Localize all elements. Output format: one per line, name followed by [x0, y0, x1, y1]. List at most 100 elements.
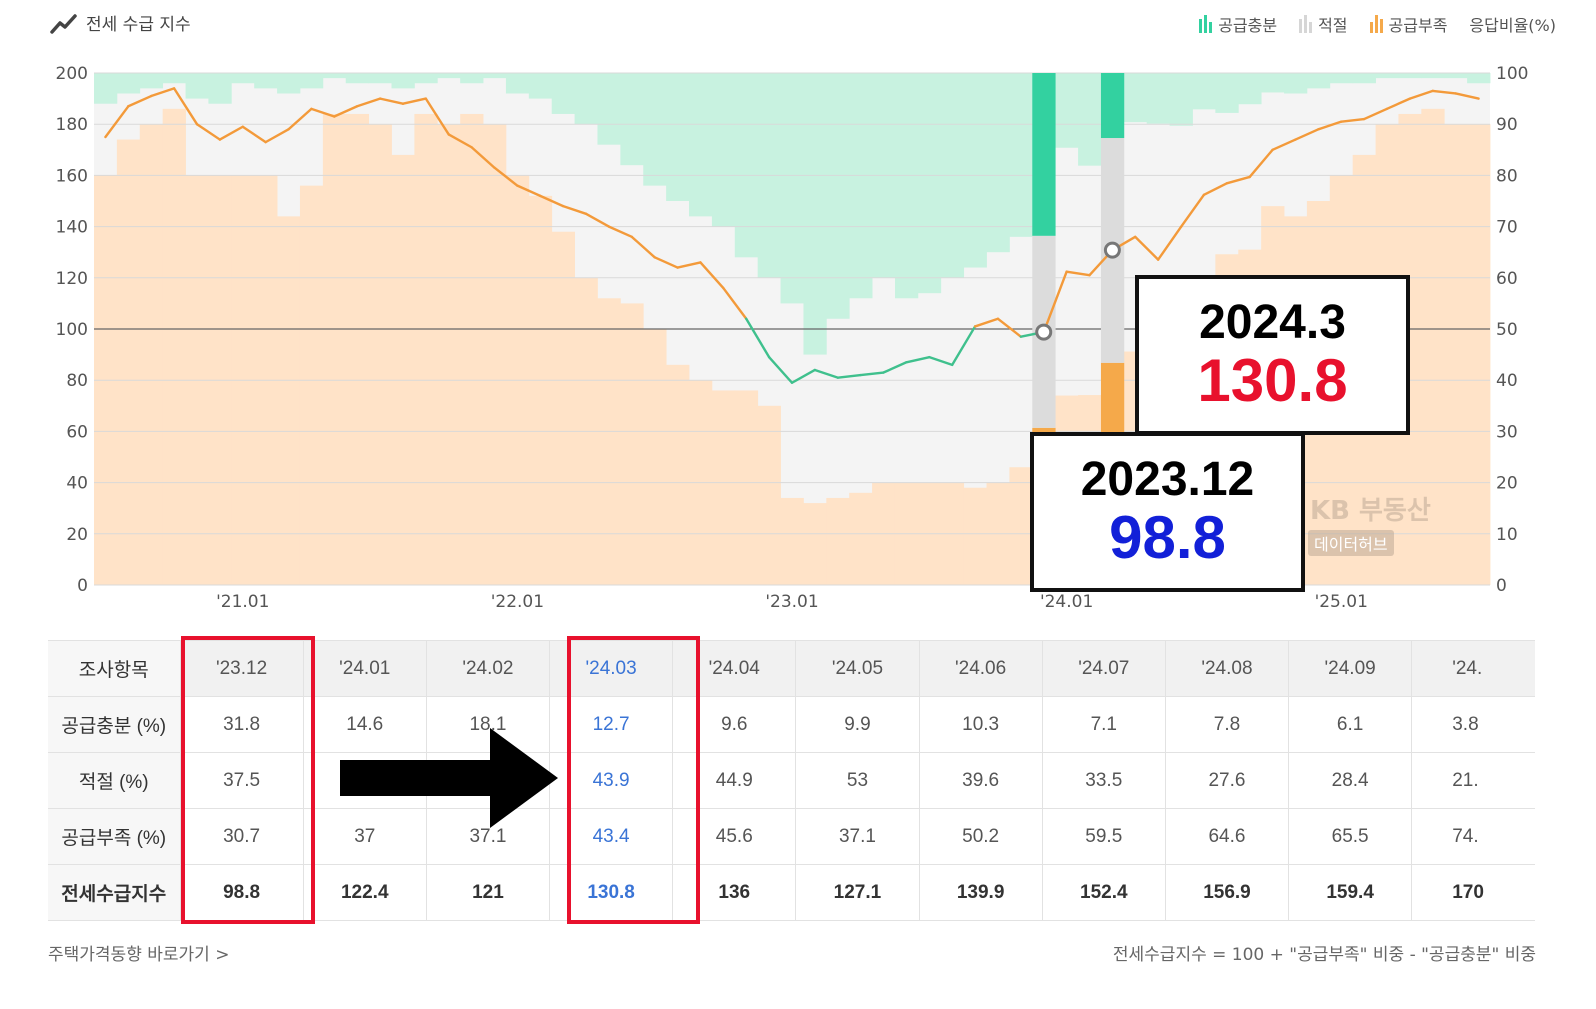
- right-arrow-icon: [340, 728, 558, 828]
- y-right-tick-label: 20: [1496, 474, 1518, 494]
- table-cell: 10.3: [919, 696, 1043, 753]
- table-col-header: '24.01: [303, 640, 427, 697]
- x-tick-label: '24.01: [1040, 592, 1093, 612]
- legend-item-supply-short[interactable]: 공급부족: [1369, 12, 1447, 36]
- table-col-header: '24.04: [672, 640, 797, 697]
- bar-supply-short: [551, 231, 575, 585]
- y-left-tick-label: 120: [56, 269, 88, 289]
- table-cell: 37.5: [180, 752, 304, 809]
- table-row: 전세수급지수 98.8 122.4 121 130.8 136 127.1 13…: [48, 864, 1535, 921]
- table-col-header: '24.06: [919, 640, 1043, 697]
- bar-supply-short: [116, 139, 141, 585]
- table-cell: 37.1: [795, 808, 920, 865]
- table-cell: 127.1: [795, 864, 920, 921]
- table-col-header: '24.02: [426, 640, 551, 697]
- table-cell: 30.7: [180, 808, 304, 865]
- table-cell: 7.8: [1165, 696, 1290, 753]
- bar-supply-short: [597, 298, 621, 585]
- trend-line-icon: [50, 13, 77, 34]
- bar-supply-short: [849, 492, 873, 585]
- bar-supply-short: [757, 405, 781, 585]
- y-right-tick-label: 10: [1496, 525, 1518, 545]
- bar-supply-sufficient: [1306, 73, 1331, 89]
- table-cell: 59.5: [1042, 808, 1166, 865]
- bar-supply-short: [528, 195, 553, 585]
- table-cell: 43.9: [549, 752, 674, 809]
- legend-item-adequate[interactable]: 적절: [1299, 12, 1348, 36]
- callout-value: 98.8: [1109, 503, 1226, 571]
- table-col-header: '24.09: [1288, 640, 1413, 697]
- bar-supply-short: [368, 124, 392, 585]
- table-cell: 12.7: [549, 696, 674, 753]
- bar-supply-short: [826, 497, 850, 585]
- bar-supply-sufficient: [1169, 73, 1193, 126]
- y-left-tick-label: 0: [77, 576, 88, 596]
- y-left-tick-label: 80: [66, 371, 88, 391]
- y-left-tick-label: 40: [66, 474, 88, 494]
- bar-highlight-supply-sufficient: [1100, 73, 1125, 139]
- callout-date: 2023.12: [1080, 453, 1255, 507]
- y-left-tick-label: 160: [56, 166, 88, 186]
- bar-supply-sufficient: [1078, 73, 1102, 166]
- chart-legend: 공급충분 적절 공급부족 응답비율(%): [1187, 12, 1556, 36]
- bar-supply-short: [1444, 124, 1468, 585]
- bar-supply-sufficient: [666, 73, 690, 201]
- bar-supply-sufficient: [1375, 73, 1399, 79]
- bar-supply-short: [139, 124, 164, 585]
- bar-supply-sufficient: [322, 73, 347, 79]
- bar-supply-short: [620, 303, 644, 585]
- bar-supply-sufficient: [597, 73, 621, 145]
- bar-supply-sufficient: [139, 73, 164, 89]
- bar-supply-short: [803, 503, 827, 585]
- price-trend-link[interactable]: 주택가격동향 바로가기 >: [48, 940, 229, 965]
- x-tick-label: '21.01: [216, 592, 269, 612]
- legend-item-supply-sufficient[interactable]: 공급충분: [1199, 12, 1277, 36]
- callout-date: 2024.3: [1199, 296, 1346, 350]
- data-table: 조사항목 '23.12 '24.01 '24.02 '24.03 '24.04 …: [48, 640, 1535, 921]
- table-cell: 139.9: [919, 864, 1043, 921]
- table-cell: 156.9: [1165, 864, 1290, 921]
- bar-supply-short: [460, 113, 484, 586]
- table-cell: 3.8: [1411, 696, 1535, 753]
- callout-value: 130.8: [1197, 346, 1348, 414]
- bar-supply-sufficient: [1146, 73, 1171, 124]
- bar-supply-sufficient: [1352, 73, 1376, 84]
- bar-supply-sufficient: [483, 73, 507, 79]
- bar-supply-sufficient: [1192, 73, 1216, 110]
- bar-supply-sufficient: [1467, 73, 1491, 84]
- y-right-tick-label: 80: [1496, 166, 1518, 186]
- callout-2023-12: 2023.12 98.8: [1030, 432, 1305, 592]
- bar-supply-sufficient: [299, 73, 324, 89]
- y-left-tick-label: 180: [56, 115, 88, 135]
- bar-legend-icon: [1299, 15, 1313, 33]
- bar-supply-sufficient: [1055, 73, 1079, 148]
- y-right-tick-label: 0: [1496, 576, 1507, 596]
- y-right-tick-label: 60: [1496, 269, 1518, 289]
- bar-supply-short: [299, 185, 324, 585]
- table-col-header: '23.12: [180, 640, 304, 697]
- y-right-tick-label: 100: [1496, 64, 1528, 84]
- bar-supply-short: [1467, 124, 1491, 585]
- bar-supply-sufficient: [368, 73, 392, 84]
- table-row: 공급충분 (%) 31.8 14.6 18.1 12.7 9.6 9.9 10.…: [48, 696, 1535, 753]
- row-label: 적절 (%): [48, 752, 181, 809]
- table-cell: 6.1: [1288, 696, 1413, 753]
- table-cell: 152.4: [1042, 864, 1166, 921]
- bar-supply-sufficient: [208, 73, 232, 104]
- y-left-tick-label: 140: [56, 218, 88, 238]
- bar-supply-sufficient: [94, 73, 118, 104]
- y-right-tick-label: 50: [1496, 320, 1518, 340]
- y-right-tick-label: 70: [1496, 218, 1518, 238]
- row-label: 공급충분 (%): [48, 696, 181, 753]
- table-row: 적절 (%) 37.5 43.9 44.9 53 39.6 33.5 27.6 …: [48, 752, 1535, 809]
- bar-supply-short: [391, 154, 415, 586]
- bar-supply-sufficient: [551, 73, 575, 114]
- bar-supply-sufficient: [803, 73, 827, 355]
- bar-legend-icon: [1369, 15, 1383, 33]
- table-col-header: '24.07: [1042, 640, 1166, 697]
- callout-2024-03: 2024.3 130.8: [1135, 275, 1410, 435]
- bar-supply-sufficient: [185, 73, 209, 99]
- bar-supply-sufficient: [162, 73, 186, 84]
- chart-header: 전세 수급 지수 공급충분 적절 공급부족 응답비율(%): [0, 0, 1596, 50]
- bar-supply-sufficient: [505, 73, 530, 94]
